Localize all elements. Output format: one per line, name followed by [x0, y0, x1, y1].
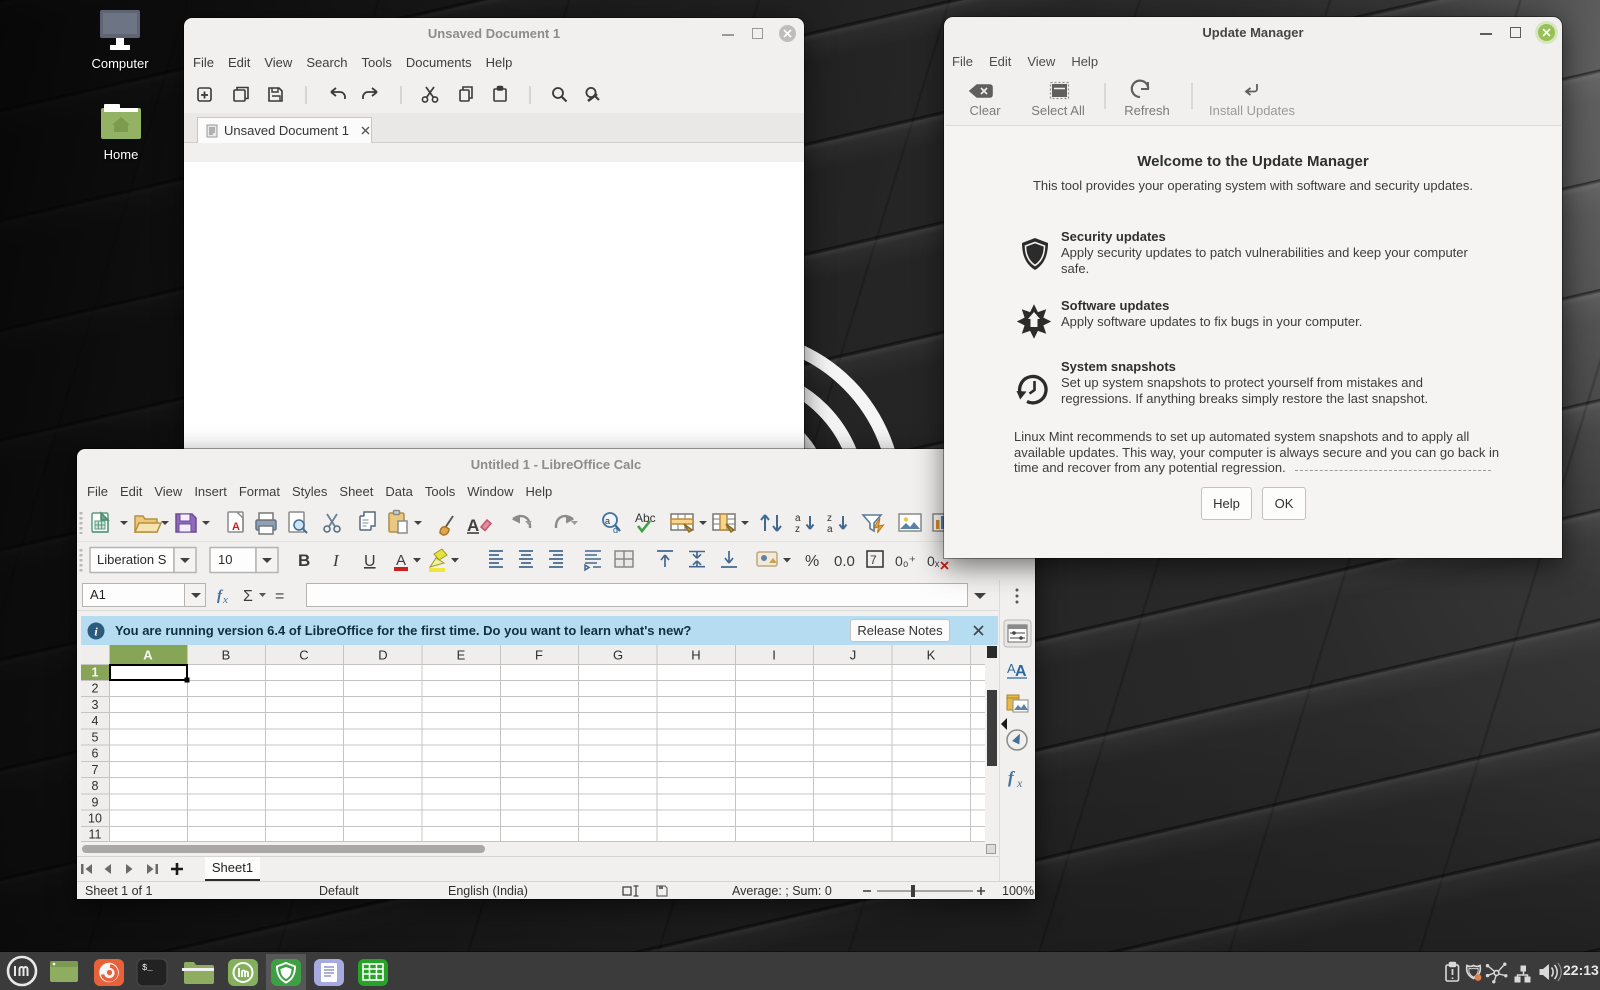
- svg-text:A: A: [232, 521, 240, 533]
- svg-text:0.0: 0.0: [834, 553, 855, 570]
- svg-text:D: D: [378, 648, 387, 663]
- svg-text:7: 7: [870, 553, 877, 567]
- svg-text:C: C: [299, 648, 308, 663]
- svg-text:E: E: [457, 648, 466, 663]
- svg-text:z: z: [795, 524, 800, 535]
- svg-text:G: G: [613, 648, 623, 663]
- svg-text:%: %: [805, 553, 819, 570]
- svg-text:f: f: [1008, 768, 1016, 787]
- svg-text:J: J: [850, 648, 857, 663]
- svg-text:B: B: [298, 551, 310, 570]
- svg-text:B: B: [222, 648, 231, 663]
- svg-text:Install Updates: Install Updates: [1209, 103, 1295, 118]
- svg-text:Refresh: Refresh: [1124, 103, 1170, 118]
- svg-text:9: 9: [92, 796, 99, 810]
- svg-text:0ₓ: 0ₓ: [927, 553, 940, 569]
- svg-text:6: 6: [92, 747, 99, 761]
- svg-text:=: =: [275, 588, 284, 605]
- svg-text:11: 11: [89, 828, 102, 842]
- svg-text:H: H: [691, 648, 700, 663]
- svg-text:d: d: [613, 525, 618, 535]
- svg-text:4: 4: [92, 714, 99, 728]
- svg-text:8: 8: [92, 779, 99, 793]
- svg-text:F: F: [535, 648, 543, 663]
- svg-text:a: a: [605, 516, 610, 526]
- svg-text:0₀⁺: 0₀⁺: [895, 553, 916, 569]
- svg-text:A: A: [143, 648, 153, 663]
- svg-text:Liberation S: Liberation S: [97, 552, 167, 567]
- svg-text:3: 3: [92, 698, 99, 712]
- svg-text:x: x: [222, 594, 228, 606]
- svg-text:U: U: [364, 553, 376, 570]
- svg-text:A: A: [467, 516, 479, 535]
- svg-text:a: a: [827, 524, 833, 535]
- svg-text:Clear: Clear: [969, 103, 1001, 118]
- svg-text:I: I: [772, 648, 776, 663]
- svg-text:10: 10: [218, 552, 232, 567]
- svg-text:5: 5: [92, 731, 99, 745]
- svg-text:Select All: Select All: [1031, 103, 1085, 118]
- svg-text:A: A: [396, 552, 406, 569]
- svg-text:$_: $_: [142, 963, 153, 973]
- svg-text:Abc: Abc: [635, 511, 656, 525]
- svg-text:2: 2: [92, 682, 99, 696]
- svg-text:a: a: [795, 513, 801, 524]
- svg-text:K: K: [927, 648, 936, 663]
- svg-text:1: 1: [92, 666, 99, 680]
- svg-text:I: I: [332, 551, 340, 570]
- svg-text:7: 7: [92, 763, 99, 777]
- svg-text:z: z: [827, 513, 832, 524]
- svg-text:Σ: Σ: [243, 588, 253, 605]
- svg-text:10: 10: [88, 812, 102, 826]
- svg-text:x: x: [1016, 776, 1023, 790]
